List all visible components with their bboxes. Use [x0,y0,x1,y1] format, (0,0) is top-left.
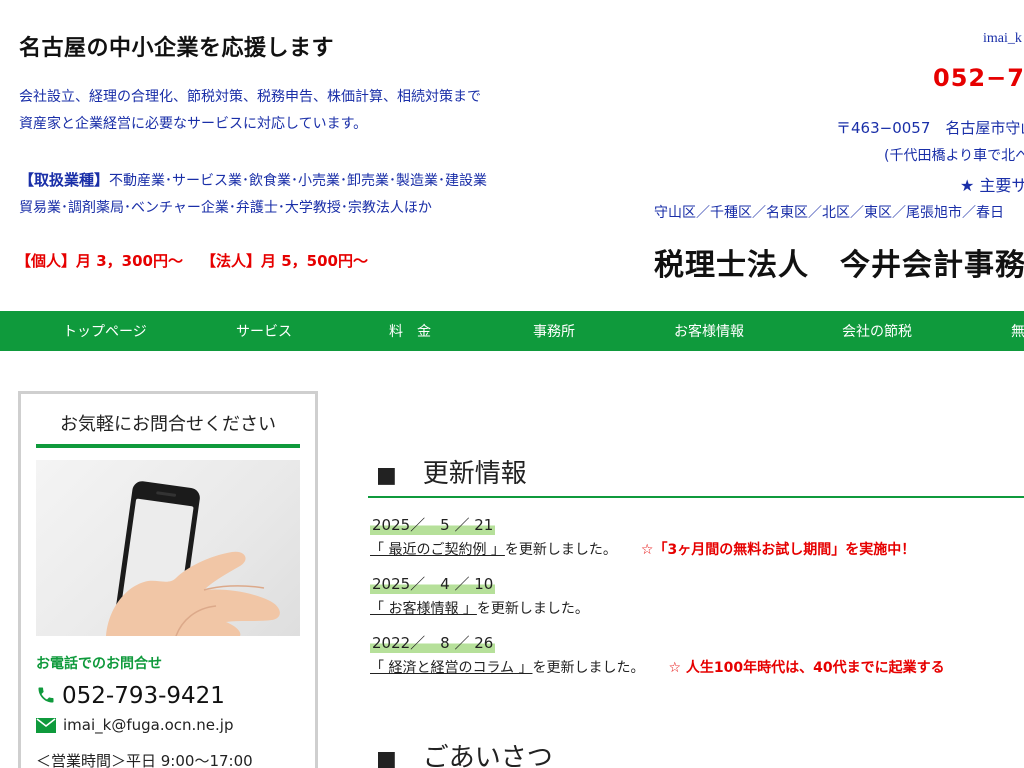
business-types-list1: 不動産業･サービス業･飲食業･小売業･卸売業･製造業･建設業 [109,173,488,189]
news-section-title-text: 更新情報 [422,459,527,489]
sidebar-phone-number: 052-793-9421 [62,683,225,709]
news-date: 2022／ 8 ／ 26 [370,632,496,653]
news-text: 「 経済と経営のコラム 」を更新しました。 ☆ 人生100年時代は、40代までに起… [370,657,1024,677]
news-date: 2025／ 5 ／ 21 [370,514,496,535]
header-phone: 052−79 [933,64,1024,92]
news-link-customer-info[interactable]: 「 お客様情報 」 [370,601,477,617]
nav-item-pricing[interactable]: 料 金 [389,321,431,341]
news-date: 2025／ 4 ／ 10 [370,573,496,594]
business-hours: ＜営業時間＞平日 9:00〜17:00 [36,752,253,768]
firm-name[interactable]: 税理士法人 今井会計事務 [654,240,1024,284]
nav-item-corporate-tax-saving[interactable]: 会社の節税 [842,321,912,341]
header-address: 〒463−0057 名古屋市守山 [836,119,1024,137]
business-types-label: 【取扱業種】 [19,171,110,189]
news-text: 「 お客様情報 」を更新しました。 [370,598,1024,618]
nav-item-top-page[interactable]: トップページ [63,321,147,341]
news-section-title: ■ 更新情報 [376,453,527,490]
business-types-line2: 貿易業･調剤薬局･ベンチャー企業･弁護士･大学教授･宗教法人ほか [19,200,432,216]
mail-icon [36,718,56,733]
news-item: 2025／ 5 ／ 21 「 最近のご契約例 」を更新しました。 ☆「3ヶ月間の無… [370,514,1024,559]
news-section-divider [368,496,1024,498]
price-summary: 【個人】月 3，300円〜 【法人】月 5，500円〜 [16,250,368,271]
news-suffix: を更新しました。 [532,660,645,676]
news-text: 「 最近のご契約例 」を更新しました。 ☆「3ヶ月間の無料お試し期間」を実施中！ [370,539,1024,559]
service-description-line2: 資産家と企業経営に必要なサービスに対応しています。 [19,116,368,132]
header-access: (千代田橋より車で北へ [884,148,1024,164]
phone-contact-heading: お電話でのお問合せ [36,656,162,672]
main-navigation: トップページ サービス 料 金 事務所 お客様情報 会社の節税 無 [0,311,1024,351]
sidebar-phone[interactable]: 052-793-9421 [36,683,225,709]
phone-icon [38,687,54,703]
header-email-link[interactable]: imai_k [983,31,1022,47]
greeting-section-title-text: ごあいさつ [422,743,553,768]
contact-sidebar: お気軽にお問合せください お電話でのお問合せ 052-793-9421 imai… [18,391,318,768]
news-suffix: を更新しました。 [476,601,589,617]
square-icon: ■ [376,747,397,768]
nav-item-services[interactable]: サービス [236,321,292,341]
news-suffix: を更新しました。 [504,542,617,558]
news-item: 2022／ 8 ／ 26 「 経済と経営のコラム 」を更新しました。 ☆ 人生10… [370,632,1024,677]
news-column-note: ☆ 人生100年時代は、40代までに起業する [668,660,945,676]
contact-sidebar-title: お気軽にお問合せください [60,414,276,435]
service-area-list: 守山区／千種区／名東区／北区／東区／尾張旭市／春日 [654,205,1004,221]
business-types-line1: 【取扱業種】不動産業･サービス業･飲食業･小売業･卸売業･製造業･建設業 [19,169,487,190]
square-icon: ■ [376,463,397,488]
news-item: 2025／ 4 ／ 10 「 お客様情報 」を更新しました。 [370,573,1024,618]
news-link-contract-examples[interactable]: 「 最近のご契約例 」 [370,542,505,558]
site-tagline: 名古屋の中小企業を応援します [19,36,335,61]
nav-item-customer-info[interactable]: お客様情報 [674,321,744,341]
service-description-line1: 会社設立、経理の合理化、節税対策、税務申告、株価計算、相続対策まで [19,89,481,105]
sidebar-divider [36,444,300,448]
sidebar-email[interactable]: imai_k@fuga.ocn.ne.jp [36,716,234,734]
sidebar-email-address: imai_k@fuga.ocn.ne.jp [63,716,234,734]
service-area-title: ★ 主要サ [960,176,1024,195]
news-campaign-note: ☆「3ヶ月間の無料お試し期間」を実施中！ [640,542,916,558]
news-link-economy-column[interactable]: 「 経済と経営のコラム 」 [370,660,532,676]
price-personal: 【個人】月 3，300円〜 [16,252,183,270]
nav-item-office[interactable]: 事務所 [533,321,575,341]
greeting-section-title: ■ ごあいさつ [376,737,553,768]
smartphone-photo [36,460,300,636]
price-corporate: 【法人】月 5，500円〜 [200,252,368,270]
nav-item-more[interactable]: 無 [1011,321,1024,341]
